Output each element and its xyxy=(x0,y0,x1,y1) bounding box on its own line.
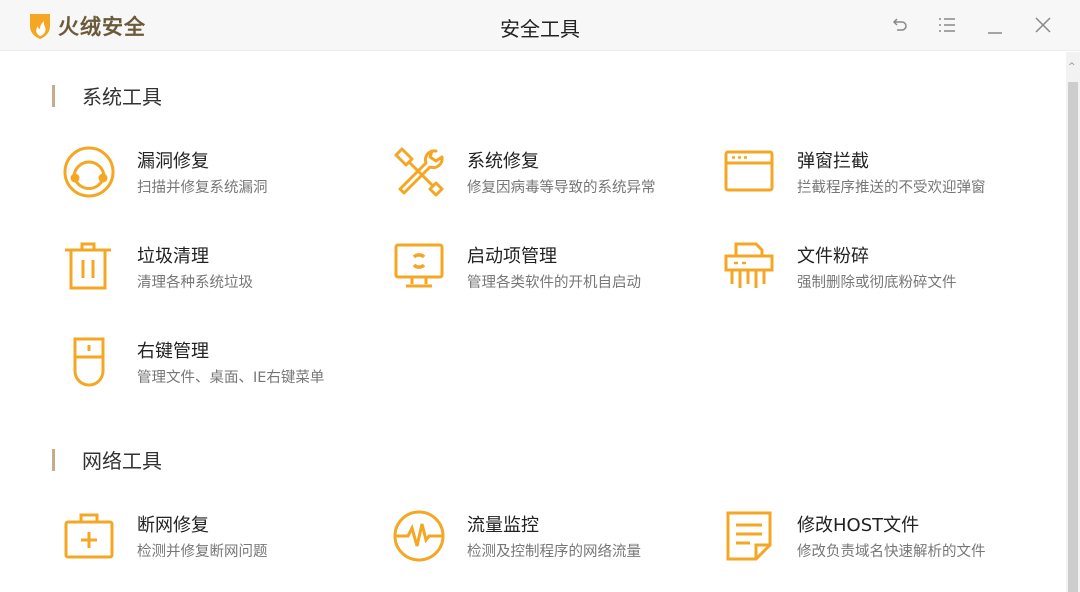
tool-title: 垃圾清理 xyxy=(137,246,209,267)
tool-system-repair[interactable]: 系统修复 修复因病毒等导致的系统异常 xyxy=(392,145,692,205)
shredder-icon xyxy=(724,242,774,288)
first-aid-kit-icon xyxy=(64,513,114,559)
tool-title: 右键管理 xyxy=(137,341,209,362)
tool-description: 清理各种系统垃圾 xyxy=(137,275,253,291)
tool-title: 弹窗拦截 xyxy=(797,151,869,172)
tool-network-repair[interactable]: 断网修复 检测并修复断网问题 xyxy=(62,509,362,569)
minimize-icon xyxy=(988,32,1002,34)
close-button[interactable] xyxy=(1032,14,1054,36)
tool-description: 扫描并修复系统漏洞 xyxy=(137,180,268,196)
tool-description: 管理文件、桌面、IE右键菜单 xyxy=(137,370,325,386)
section-title: 网络工具 xyxy=(82,449,162,473)
tools-icon xyxy=(394,147,444,197)
tool-context-menu[interactable]: 右键管理 管理文件、桌面、IE右键菜单 xyxy=(62,335,362,395)
tool-description: 管理各类软件的开机自启动 xyxy=(467,275,641,291)
tool-startup-manager[interactable]: 启动项管理 管理各类软件的开机自启动 xyxy=(392,240,692,300)
mouse-icon xyxy=(73,337,105,387)
tool-title: 修改HOST文件 xyxy=(797,515,920,536)
tool-host-file[interactable]: 修改HOST文件 修改负责域名快速解析的文件 xyxy=(722,509,1022,569)
section-network-tools: 网络工具 xyxy=(52,445,162,474)
tool-popup-block[interactable]: 弹窗拦截 拦截程序推送的不受欢迎弹窗 xyxy=(722,145,1022,205)
tool-title: 系统修复 xyxy=(467,151,539,172)
tool-title: 漏洞修复 xyxy=(137,151,209,172)
section-title: 系统工具 xyxy=(82,85,162,109)
tool-title: 断网修复 xyxy=(137,515,209,536)
tool-file-shredder[interactable]: 文件粉碎 强制删除或彻底粉碎文件 xyxy=(722,240,1022,300)
close-icon xyxy=(1035,17,1051,33)
tool-traffic-monitor[interactable]: 流量监控 检测及控制程序的网络流量 xyxy=(392,509,692,569)
menu-button[interactable] xyxy=(936,14,958,36)
back-button[interactable] xyxy=(889,14,911,36)
tool-description: 修复因病毒等导致的系统异常 xyxy=(467,180,656,196)
tool-description: 修改负责域名快速解析的文件 xyxy=(797,544,986,560)
tool-title: 启动项管理 xyxy=(467,246,557,267)
traffic-monitor-icon xyxy=(393,510,445,562)
tool-junk-clean[interactable]: 垃圾清理 清理各种系统垃圾 xyxy=(62,240,362,300)
tool-description: 检测并修复断网问题 xyxy=(137,544,268,560)
back-icon xyxy=(892,18,907,31)
tool-description: 检测及控制程序的网络流量 xyxy=(467,544,641,560)
section-system-tools: 系统工具 xyxy=(52,81,162,110)
tool-title: 文件粉碎 xyxy=(797,246,869,267)
popup-window-icon xyxy=(724,150,774,192)
title-bar: 火绒安全 安全工具 xyxy=(0,0,1080,51)
monitor-icon xyxy=(394,243,444,288)
tool-description: 拦截程序推送的不受欢迎弹窗 xyxy=(797,180,986,196)
vulnerability-icon xyxy=(63,146,115,198)
trash-icon xyxy=(65,242,111,290)
scrollbar-thumb[interactable] xyxy=(1068,82,1078,592)
host-file-icon xyxy=(726,511,772,561)
tool-description: 强制删除或彻底粉碎文件 xyxy=(797,275,957,291)
window-title: 安全工具 xyxy=(500,17,580,41)
minimize-button[interactable] xyxy=(984,14,1006,36)
tool-vulnerability-fix[interactable]: 漏洞修复 扫描并修复系统漏洞 xyxy=(62,145,362,205)
scroll-up-icon[interactable]: ^ xyxy=(1068,62,1076,72)
vertical-scrollbar[interactable]: ^ xyxy=(1066,52,1080,592)
menu-icon xyxy=(939,18,955,32)
tool-title: 流量监控 xyxy=(467,515,539,536)
